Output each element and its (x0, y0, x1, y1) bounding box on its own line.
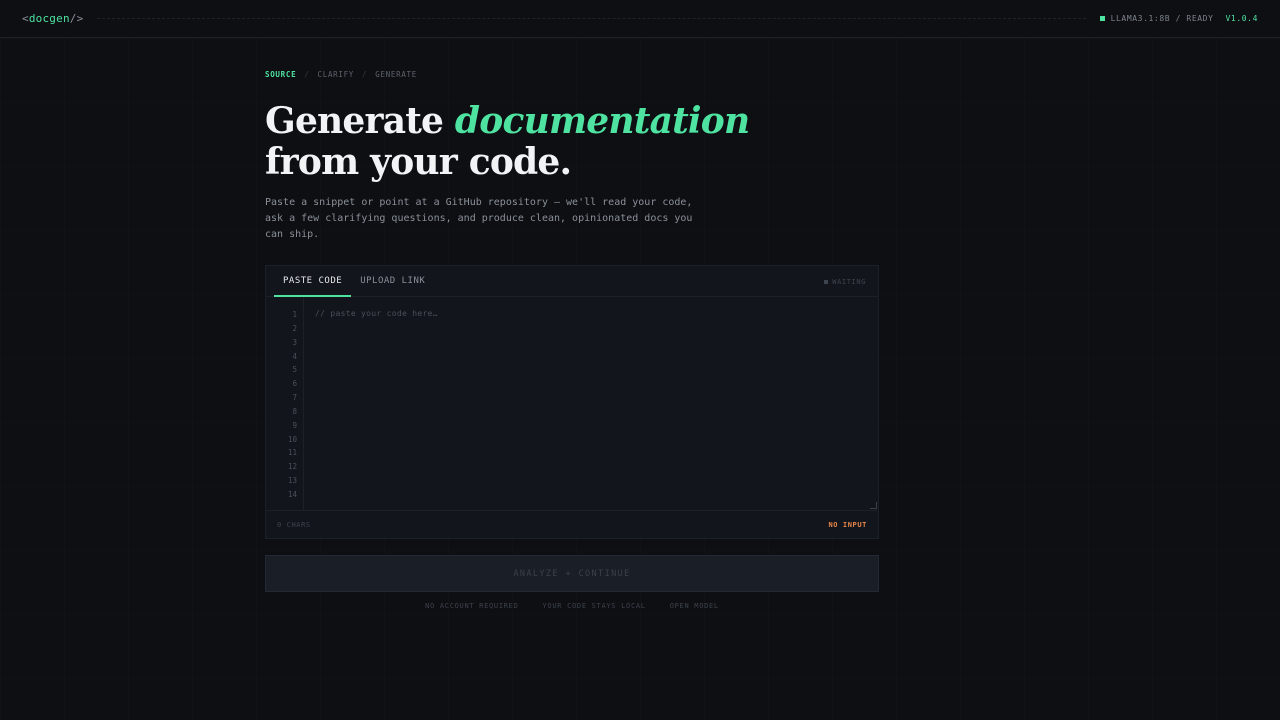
waiting-indicator-icon (824, 279, 829, 284)
line-number-gutter: 1 2 3 4 5 6 7 8 9 10 11 12 13 14 (266, 297, 304, 510)
model-status: LLAMA3.1:8B / READY (1099, 14, 1214, 23)
line-number: 13 (287, 476, 297, 486)
title-part2: from your code. (265, 141, 572, 183)
step-breadcrumb: SOURCE / CLARIFY / GENERATE (265, 70, 879, 79)
trust-item-local: YOUR CODE STAYS LOCAL (542, 602, 646, 610)
analyze-continue-button[interactable]: ANALYZE + CONTINUE (265, 555, 879, 592)
trust-notes: NO ACCOUNT REQUIRED YOUR CODE STAYS LOCA… (265, 602, 879, 610)
line-number: 8 (292, 406, 297, 416)
status-dot-icon (1099, 16, 1105, 21)
trust-item-open-model: OPEN MODEL (669, 602, 719, 610)
logo-close: /> (69, 12, 84, 25)
tab-paste-code[interactable]: PASTE CODE (274, 266, 352, 297)
code-input-card: PASTE CODE UPLOAD LINK WAITING 123456789… (265, 265, 879, 539)
line-number: 2 (292, 323, 297, 333)
line-number: 9 (292, 420, 297, 430)
input-state-label: WAITING (832, 277, 866, 286)
line-number: 12 (287, 462, 297, 472)
top-bar: <docgen/> LLAMA3.1:8B / READY V1.0.4 (0, 0, 1280, 38)
line-number: 1 (292, 310, 297, 319)
title-highlight: documentation (454, 100, 750, 142)
input-status-badge: NO INPUT (828, 520, 867, 529)
model-status-text: LLAMA3.1:8B / READY (1110, 14, 1214, 23)
page-description: Paste a snippet or point at a GitHub rep… (265, 197, 693, 240)
header-divider (97, 18, 1086, 19)
editor-footer: 0 CHARS NO INPUT (266, 511, 878, 538)
resize-handle-icon[interactable] (870, 502, 877, 509)
page-title: Generate documentation from your code. (265, 101, 879, 183)
step-clarify: CLARIFY (317, 70, 355, 79)
tab-upload-link[interactable]: UPLOAD LINK (351, 266, 434, 296)
line-number: 11 (287, 448, 297, 458)
code-input[interactable] (304, 297, 878, 510)
line-number: 4 (292, 351, 297, 361)
step-separator: / (304, 70, 310, 79)
line-number: 10 (287, 434, 297, 444)
step-source: SOURCE (265, 70, 297, 79)
line-number: 7 (292, 393, 297, 403)
input-state: WAITING (824, 266, 866, 297)
input-tabs: PASTE CODE UPLOAD LINK WAITING (266, 266, 878, 297)
logo-open: < (22, 12, 29, 25)
main-content: SOURCE / CLARIFY / GENERATE Generate doc… (265, 70, 879, 610)
logo-name: docgen (28, 12, 70, 25)
step-separator: / (362, 70, 368, 79)
step-generate: GENERATE (375, 70, 417, 79)
char-count: 0 CHARS (277, 520, 311, 529)
line-number: 14 (287, 489, 297, 499)
code-editor: 1 2 3 4 5 6 7 8 9 10 11 12 13 14 (266, 297, 878, 511)
title-part1: Generate (265, 100, 455, 142)
version-badge: V1.0.4 (1225, 14, 1258, 23)
line-number: 6 (292, 379, 297, 389)
line-number: 3 (292, 337, 297, 347)
logo[interactable]: <docgen/> (22, 12, 83, 25)
line-number: 5 (292, 365, 297, 375)
trust-item-no-account: NO ACCOUNT REQUIRED (425, 602, 519, 610)
